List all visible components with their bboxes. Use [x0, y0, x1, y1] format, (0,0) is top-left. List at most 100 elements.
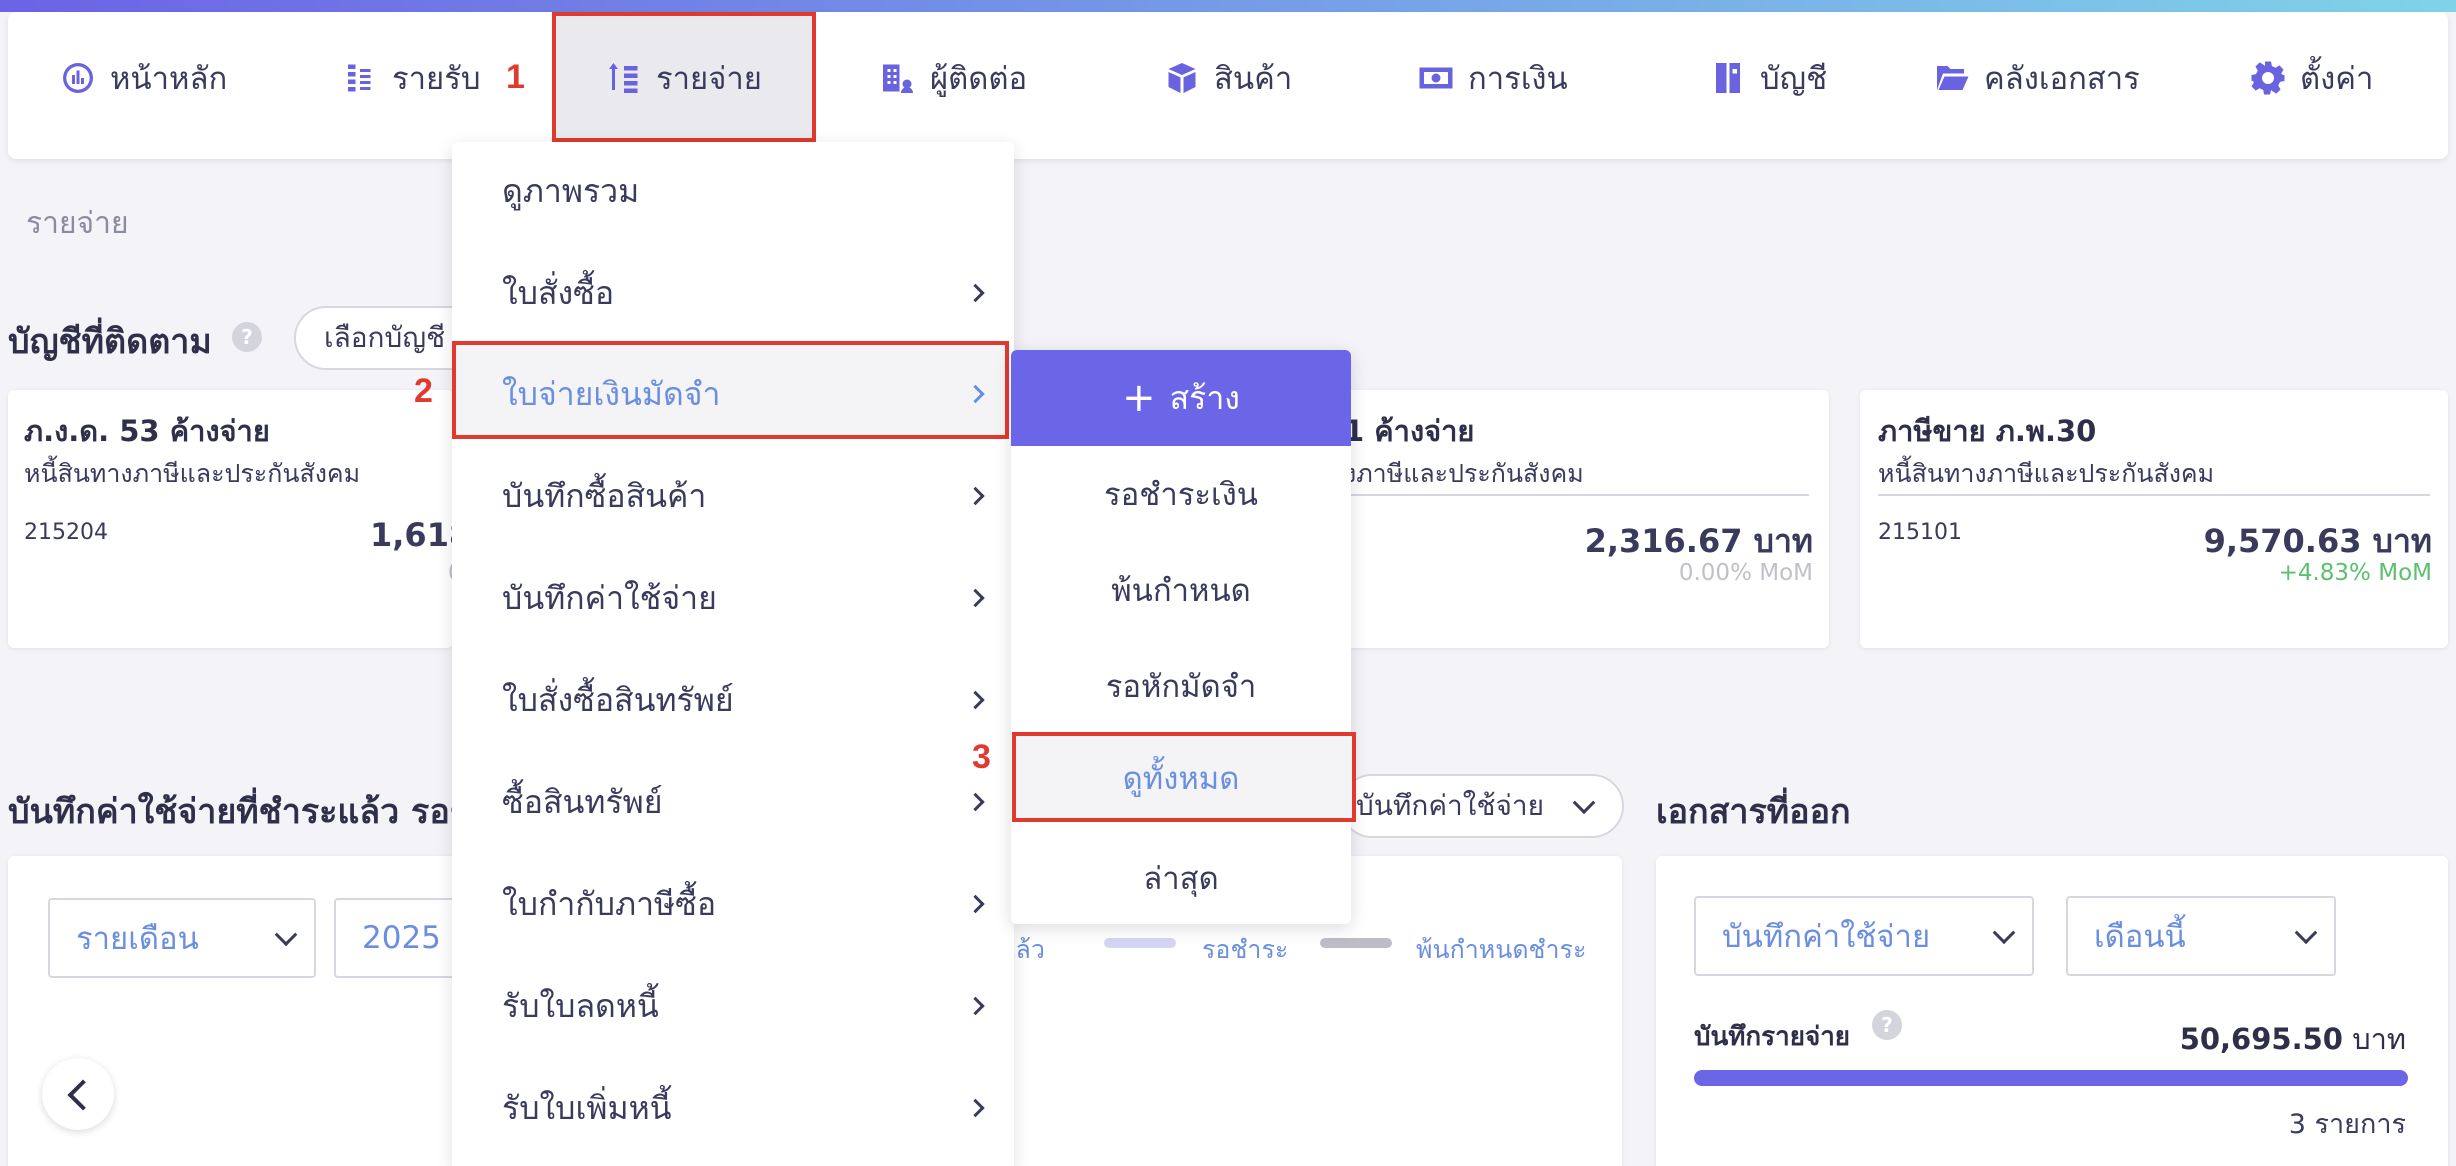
period-select[interactable]: รายเดือน	[48, 898, 316, 978]
menu-item-label: รับใบเพิ่มหนี้	[502, 1088, 672, 1127]
account-card[interactable]: ภ.ง.ด. 53 ค้างจ่าย หนี้สินทางภาษีและประก…	[8, 390, 471, 648]
expense-filter-label: บันทึกค่าใช้จ่าย	[1356, 789, 1544, 822]
top-gradient-bar	[0, 0, 2456, 12]
nav-label: บัญชี	[1760, 61, 1828, 97]
submenu-item-view-all[interactable]: ดูทั้งหมด	[1011, 730, 1351, 826]
nav-item-accounting[interactable]: บัญชี	[1710, 58, 1827, 98]
folder-icon	[1937, 66, 1969, 90]
chevron-right-icon	[966, 1098, 985, 1118]
chevron-down-icon	[2294, 921, 2318, 945]
expense-icon	[609, 63, 638, 93]
menu-item-asset-po[interactable]: ใบสั่งซื้อสินทรัพย์	[452, 651, 1014, 749]
doc-period-select[interactable]: เดือนนี้	[2066, 896, 2336, 976]
step-marker-1: 1	[506, 58, 525, 96]
account-mom: 0.00% MoM	[1678, 560, 1813, 586]
menu-item-debit-note[interactable]: รับใบเพิ่มหนี้	[452, 1059, 1014, 1157]
nav-item-contacts[interactable]: ผู้ติดต่อ	[880, 58, 1027, 98]
chart-prev-button[interactable]	[42, 1058, 114, 1130]
account-card[interactable]: 1 ค้างจ่าย งภาษีและประกันสังคม 2,316.67 …	[1336, 390, 1829, 648]
help-icon[interactable]: ?	[1872, 1010, 1902, 1040]
nav-item-finance[interactable]: การเงิน	[1418, 58, 1568, 98]
ledger-icon	[1716, 63, 1740, 93]
menu-item-overview[interactable]: ดูภาพรวม	[452, 142, 1014, 240]
nav-label: รายรับ	[392, 61, 481, 97]
chevron-right-icon	[966, 486, 985, 506]
doc-amount-value: 50,695.50	[2179, 1022, 2343, 1056]
submenu-item-awaiting-payment[interactable]: รอชำระเงิน	[1011, 446, 1351, 542]
account-card-subtitle: หนี้สินทางภาษีและประกันสังคม	[1878, 459, 2215, 488]
menu-item-credit-note[interactable]: รับใบลดหนี้	[452, 957, 1014, 1055]
menu-item-purchase-order[interactable]: ใบสั่งซื้อ	[452, 244, 1014, 342]
chevron-right-icon	[966, 283, 985, 303]
menu-item-purchase-tax-invoice[interactable]: ใบกำกับภาษีซื้อ	[452, 855, 1014, 953]
menu-item-label: รับใบลดหนี้	[502, 986, 659, 1025]
submenu-item-label: รอหักมัดจำ	[1105, 669, 1257, 705]
plus-icon: +	[1122, 375, 1156, 421]
nav-label: ตั้งค่า	[2300, 61, 2374, 97]
help-icon[interactable]: ?	[232, 322, 262, 352]
submenu-item-label: ดูทั้งหมด	[1122, 761, 1240, 797]
box-icon	[1168, 63, 1196, 93]
nav-item-documents[interactable]: คลังเอกสาร	[1934, 58, 2140, 98]
period-select-value: รายเดือน	[76, 921, 199, 957]
account-card[interactable]: ภาษีขาย ภ.พ.30 หนี้สินทางภาษีและประกันสั…	[1860, 390, 2448, 648]
chevron-right-icon	[966, 792, 985, 812]
nav-label: ผู้ติดต่อ	[930, 61, 1028, 97]
dashboard-icon	[63, 63, 93, 93]
menu-item-label: ใบสั่งซื้อสินทรัพย์	[502, 680, 734, 719]
nav-item-dashboard[interactable]: หน้าหลัก	[60, 58, 227, 98]
submenu-item-latest[interactable]: ล่าสุด	[1011, 830, 1351, 926]
submenu-item-overdue[interactable]: พ้นกำหนด	[1011, 542, 1351, 638]
doc-type-select[interactable]: บันทึกค่าใช้จ่าย	[1694, 896, 2034, 976]
submenu-item-awaiting-deduction[interactable]: รอหักมัดจำ	[1011, 638, 1351, 734]
chevron-right-icon	[966, 894, 985, 914]
chevron-right-icon	[966, 690, 985, 710]
doc-count: 3 รายการ	[2288, 1109, 2406, 1140]
year-select-value: 2025	[362, 920, 441, 956]
card-divider	[1878, 494, 2430, 496]
doc-period-select-value: เดือนนี้	[2094, 919, 2186, 955]
expense-filter-select[interactable]: บันทึกค่าใช้จ่าย	[1340, 774, 1624, 838]
nav-item-expense[interactable]: รายจ่าย	[606, 58, 762, 98]
menu-item-deposit-payment[interactable]: ใบจ่ายเงินมัดจำ	[452, 345, 1014, 443]
nav-item-income[interactable]: รายรับ	[342, 58, 481, 98]
account-card-subtitle: หนี้สินทางภาษีและประกันสังคม	[24, 459, 361, 488]
step-marker-2: 2	[414, 372, 433, 410]
menu-item-label: ซื้อสินทรัพย์	[502, 782, 663, 821]
create-button-label: สร้าง	[1169, 378, 1240, 417]
menu-item-expense-record[interactable]: บันทึกค่าใช้จ่าย	[452, 549, 1014, 647]
watch-section-title: บัญชีที่ติดตาม	[8, 322, 212, 362]
docs-section-title: เอกสารที่ออก	[1656, 792, 1851, 832]
nav-label: คลังเอกสาร	[1984, 61, 2140, 97]
menu-item-label: บันทึกซื้อสินค้า	[502, 476, 707, 515]
nav-item-products[interactable]: สินค้า	[1164, 58, 1292, 98]
nav-label: การเงิน	[1468, 61, 1568, 97]
legend-overdue: พ้นกำหนดชำระ	[1416, 935, 1587, 964]
nav-label: รายจ่าย	[656, 61, 762, 97]
coins-icon	[348, 64, 371, 92]
create-button[interactable]: + สร้าง	[1011, 350, 1351, 446]
doc-type-select-value: บันทึกค่าใช้จ่าย	[1722, 919, 1931, 955]
gear-icon	[2251, 61, 2285, 95]
account-card-title: ภ.ง.ด. 53 ค้างจ่าย	[24, 414, 270, 448]
menu-item-purchase-record[interactable]: บันทึกซื้อสินค้า	[452, 447, 1014, 545]
chevron-right-icon	[966, 588, 985, 608]
account-mom: +4.83% MoM	[2278, 560, 2432, 586]
doc-amount-unit: บาท	[2352, 1022, 2406, 1056]
doc-record-label: บันทึกรายจ่าย	[1694, 1022, 1851, 1052]
menu-item-buy-asset[interactable]: ซื้อสินทรัพย์	[452, 753, 1014, 851]
nav-item-settings[interactable]: ตั้งค่า	[2250, 58, 2373, 98]
card-divider	[1344, 494, 1809, 496]
menu-item-label: ใบจ่ายเงินมัดจำ	[502, 374, 721, 413]
submenu-item-label: พ้นกำหนด	[1111, 573, 1251, 609]
account-card-subtitle: งภาษีและประกันสังคม	[1344, 459, 1584, 488]
menu-item-label: บันทึกค่าใช้จ่าย	[502, 578, 717, 617]
chevron-right-icon	[966, 384, 985, 404]
chevron-down-icon	[274, 923, 298, 947]
account-card-title: 1 ค้างจ่าย	[1344, 414, 1475, 448]
account-card-title: ภาษีขาย ภ.พ.30	[1878, 414, 2097, 448]
deposit-submenu: + สร้าง รอชำระเงิน พ้นกำหนด รอหักมัดจำ ล…	[1011, 350, 1351, 924]
chevron-right-icon	[966, 996, 985, 1016]
expense-section-title: บันทึกค่าใช้จ่ายที่ชำระแล้ว รอชำ	[8, 792, 492, 832]
submenu-item-label: รอชำระเงิน	[1104, 477, 1258, 513]
